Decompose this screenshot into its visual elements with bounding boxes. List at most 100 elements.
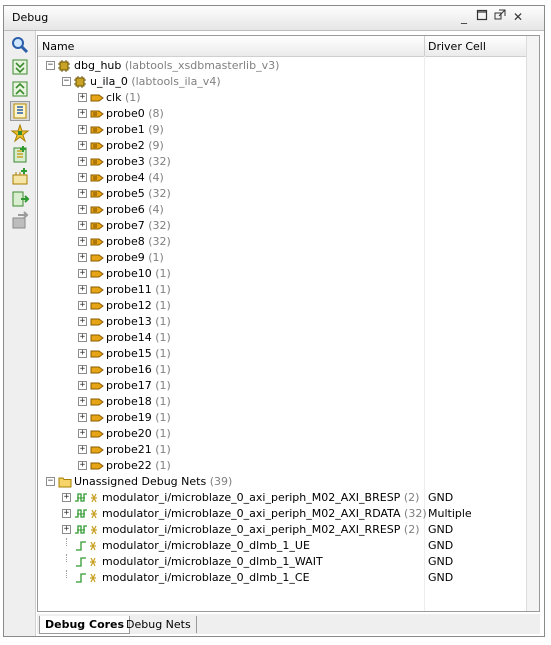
bus-net-icon — [74, 508, 100, 520]
expand-icon[interactable]: + — [78, 173, 87, 182]
expand-icon[interactable]: + — [78, 445, 87, 454]
expand-icon[interactable]: + — [78, 221, 87, 230]
tree-row[interactable]: + probe0 (8) — [38, 106, 528, 122]
wire-net-icon — [74, 572, 100, 584]
autoconnect-icon[interactable] — [10, 123, 30, 143]
expand-icon[interactable]: + — [62, 525, 71, 534]
expand-icon[interactable]: + — [78, 397, 87, 406]
tree-row[interactable]: + probe8 (32) — [38, 234, 528, 250]
tree-row[interactable]: + probe2 (9) — [38, 138, 528, 154]
close-icon[interactable]: ✕ — [510, 9, 526, 25]
tree-row[interactable]: + probe10 (1) — [38, 266, 528, 282]
tree-row[interactable]: + probe16 (1) — [38, 362, 528, 378]
tree-row[interactable]: modulator_i/microblaze_0_dlmb_1_WAIT GND — [38, 554, 528, 570]
expand-icon[interactable]: + — [78, 141, 87, 150]
tree-row[interactable]: + probe3 (32) — [38, 154, 528, 170]
expand-icon[interactable]: + — [78, 237, 87, 246]
tree-row[interactable]: + modulator_i/microblaze_0_axi_periph_M02… — [38, 506, 528, 522]
probe-icon — [90, 412, 104, 424]
create-debug-core-icon[interactable] — [10, 167, 30, 187]
tree-row[interactable]: − u_ila_0 (labtools_ila_v4) — [38, 74, 528, 90]
column-divider[interactable] — [424, 36, 425, 56]
bus-net-icon — [74, 492, 100, 504]
expand-icon[interactable]: + — [78, 365, 87, 374]
tab-debug-cores[interactable]: Debug Cores — [39, 616, 131, 634]
float-icon[interactable] — [492, 9, 508, 25]
expand-icon[interactable]: + — [78, 109, 87, 118]
add-probe-icon[interactable] — [10, 145, 30, 165]
column-header-driver-cell[interactable]: Driver Cell — [428, 40, 486, 53]
tree-row[interactable]: + modulator_i/microblaze_0_axi_periph_M02… — [38, 490, 528, 506]
expand-icon[interactable]: + — [78, 381, 87, 390]
expand-icon[interactable]: + — [78, 269, 87, 278]
tree-row[interactable]: + probe18 (1) — [38, 394, 528, 410]
tree-item-label: Unassigned Debug Nets (39) — [74, 475, 232, 488]
tree-row[interactable]: + probe6 (4) — [38, 202, 528, 218]
minimize-icon[interactable]: _ — [456, 9, 472, 25]
item-name: probe1 — [106, 123, 145, 136]
item-name: probe19 — [106, 411, 152, 424]
item-name: probe4 — [106, 171, 145, 184]
collapse-all-icon[interactable] — [10, 57, 30, 77]
tree-row[interactable]: modulator_i/microblaze_0_dlmb_1_CE GND — [38, 570, 528, 586]
expand-icon[interactable]: + — [78, 253, 87, 262]
tree-row[interactable]: − dbg_hub (labtools_xsdbmasterlib_v3) — [38, 58, 528, 74]
tree-row[interactable]: + probe11 (1) — [38, 282, 528, 298]
expand-icon[interactable]: + — [78, 413, 87, 422]
tree-item-label: probe5 (32) — [106, 187, 171, 200]
collapse-icon[interactable]: − — [46, 477, 55, 486]
tree-row[interactable]: + probe12 (1) — [38, 298, 528, 314]
expand-icon[interactable]: + — [78, 333, 87, 342]
tree-row[interactable]: + probe20 (1) — [38, 426, 528, 442]
tree-row[interactable]: + probe4 (4) — [38, 170, 528, 186]
driver-cell: GND — [428, 555, 454, 568]
tree-row[interactable]: + probe14 (1) — [38, 330, 528, 346]
tree-row[interactable]: − Unassigned Debug Nets (39) — [38, 474, 528, 490]
collapse-icon[interactable]: − — [62, 77, 71, 86]
tree-row[interactable]: + probe17 (1) — [38, 378, 528, 394]
tree-row[interactable]: + probe1 (9) — [38, 122, 528, 138]
mark-debug-icon[interactable] — [10, 189, 30, 209]
tree-row[interactable]: + probe19 (1) — [38, 410, 528, 426]
tree-row[interactable]: + probe13 (1) — [38, 314, 528, 330]
tree-row[interactable]: + probe15 (1) — [38, 346, 528, 362]
tree-row[interactable]: + probe5 (32) — [38, 186, 528, 202]
tree-row[interactable]: + probe7 (32) — [38, 218, 528, 234]
probe-icon — [90, 428, 104, 440]
expand-icon[interactable]: + — [62, 493, 71, 502]
item-name: Unassigned Debug Nets — [74, 475, 207, 488]
tree-row[interactable]: + modulator_i/microblaze_0_axi_periph_M02… — [38, 522, 528, 538]
collapse-icon[interactable]: − — [46, 61, 55, 70]
expand-icon[interactable]: + — [78, 205, 87, 214]
expand-icon[interactable]: + — [78, 93, 87, 102]
search-icon[interactable] — [10, 35, 30, 55]
expand-icon[interactable]: + — [78, 157, 87, 166]
tab-debug-nets[interactable]: Debug Nets — [121, 616, 197, 633]
expand-icon[interactable]: + — [78, 429, 87, 438]
expand-icon[interactable]: + — [78, 125, 87, 134]
tree-item-label: probe15 (1) — [106, 347, 171, 360]
expand-icon[interactable]: + — [78, 317, 87, 326]
expand-icon[interactable]: + — [78, 349, 87, 358]
expand-icon[interactable]: + — [78, 461, 87, 470]
tree-guide — [66, 570, 67, 578]
expand-icon[interactable]: + — [78, 301, 87, 310]
tree-item-label: probe22 (1) — [106, 459, 171, 472]
item-detail: (1) — [155, 427, 171, 440]
tree-row[interactable]: + probe22 (1) — [38, 458, 528, 474]
item-name: probe20 — [106, 427, 152, 440]
vertical-scrollbar[interactable] — [526, 36, 539, 611]
show-hierarchy-icon[interactable] — [10, 101, 30, 121]
tree-row[interactable]: + probe21 (1) — [38, 442, 528, 458]
expand-icon[interactable]: + — [78, 189, 87, 198]
tree-row[interactable]: modulator_i/microblaze_0_dlmb_1_UE GND — [38, 538, 528, 554]
maximize-icon[interactable] — [474, 9, 490, 25]
tree-row[interactable]: + clk (1) — [38, 90, 528, 106]
tree-row[interactable]: + probe9 (1) — [38, 250, 528, 266]
expand-all-icon[interactable] — [10, 79, 30, 99]
delete-icon[interactable] — [10, 211, 30, 231]
expand-icon[interactable]: + — [62, 509, 71, 518]
tree-item-label: clk (1) — [106, 91, 141, 104]
expand-icon[interactable]: + — [78, 285, 87, 294]
column-header-name[interactable]: Name — [42, 40, 74, 53]
